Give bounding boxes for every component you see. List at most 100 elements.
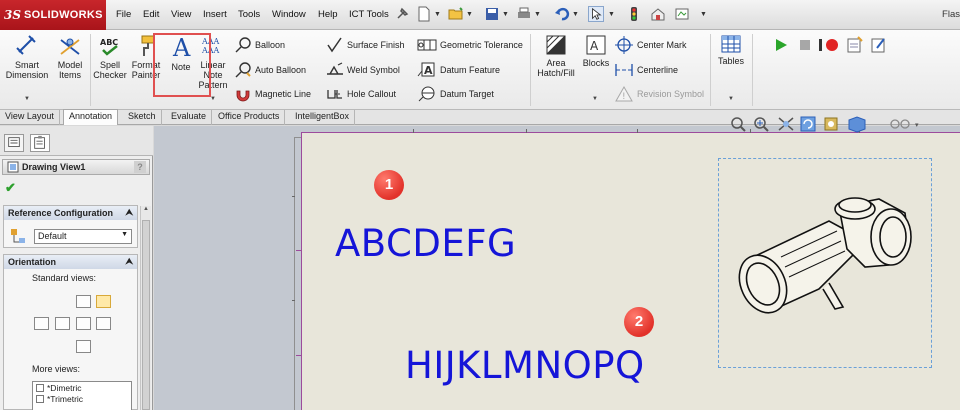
view-left-button[interactable] xyxy=(34,317,49,330)
note-text-abcdefg[interactable]: ABCDEFG xyxy=(335,222,516,265)
more-views-list[interactable]: *Dimetric *Trimetric xyxy=(32,381,132,410)
print-dropdown-icon[interactable]: ▼ xyxy=(534,11,541,18)
reference-configuration-select[interactable]: Default ▼ xyxy=(34,229,132,244)
view-back-button[interactable] xyxy=(76,340,91,353)
tab-evaluate[interactable]: Evaluate xyxy=(166,110,213,125)
smart-dimension-dropdown-icon[interactable]: ▼ xyxy=(24,96,30,102)
list-item[interactable]: *Dimetric xyxy=(33,382,131,393)
collapse-icon[interactable]: ⮝ xyxy=(125,256,133,267)
view-top-button[interactable] xyxy=(55,317,70,330)
open-folder-icon[interactable] xyxy=(448,6,464,22)
save-dropdown-icon[interactable]: ▼ xyxy=(502,11,509,18)
open-dropdown-icon[interactable]: ▼ xyxy=(466,11,473,18)
menu-tools[interactable]: Tools xyxy=(238,9,260,20)
new-dropdown-icon[interactable]: ▼ xyxy=(434,11,441,18)
file-properties-icon[interactable] xyxy=(650,6,666,22)
list-item[interactable]: *Trimetric xyxy=(33,393,131,404)
menu-insert[interactable]: Insert xyxy=(203,9,227,20)
note-text-hijklmnopq[interactable]: HIJKLMNOPQ xyxy=(405,344,645,387)
menu-edit[interactable]: Edit xyxy=(143,9,159,20)
previous-view-icon[interactable] xyxy=(778,117,794,131)
view-right-button[interactable] xyxy=(76,317,91,330)
tab-sketch[interactable]: Sketch xyxy=(123,110,162,125)
panel-scrollbar[interactable]: ▲ xyxy=(140,206,151,410)
hide-show-items-icon[interactable] xyxy=(890,119,910,129)
datum-target-button[interactable]: Datum Target xyxy=(417,85,494,103)
menu-view[interactable]: View xyxy=(171,9,191,20)
view-front-button[interactable] xyxy=(76,295,91,308)
spell-checker-button[interactable]: ABC Spell Checker xyxy=(92,34,128,80)
model-items-button[interactable]: Model Items xyxy=(54,34,86,80)
blocks-button[interactable]: A Blocks xyxy=(580,34,612,68)
menu-bar: 3S SOLIDWORKS File Edit View Insert Tool… xyxy=(0,0,960,30)
tab-intelligentbox[interactable]: IntelligentBox xyxy=(290,110,356,125)
select-cursor-icon[interactable] xyxy=(588,6,604,22)
view-orientation-icon[interactable] xyxy=(848,116,866,133)
magnetic-line-button[interactable]: Magnetic Line xyxy=(234,85,311,103)
undo-dropdown-icon[interactable]: ▼ xyxy=(572,11,579,18)
record-macro-icon[interactable] xyxy=(818,37,840,53)
area-hatch-fill-button[interactable]: Area Hatch/Fill xyxy=(534,34,578,78)
property-manager-tab-icon[interactable] xyxy=(30,134,50,152)
smart-dimension-button[interactable]: Smart Dimension xyxy=(4,34,50,80)
revision-symbol-button[interactable]: ! Revision Symbol xyxy=(614,85,704,103)
menu-file[interactable]: File xyxy=(116,9,131,20)
flashlight-model-drawing xyxy=(738,197,912,314)
tab-annotation[interactable]: Annotation xyxy=(63,109,119,125)
options-dropdown-icon[interactable]: ▼ xyxy=(700,11,707,18)
rebuild-traffic-light-icon[interactable] xyxy=(626,6,642,22)
menu-window[interactable]: Window xyxy=(272,9,306,20)
stop-macro-icon[interactable] xyxy=(798,38,812,52)
view-isometric-button[interactable] xyxy=(96,295,111,308)
solidworks-logo[interactable]: 3S SOLIDWORKS xyxy=(0,0,106,30)
help-button[interactable]: ? xyxy=(134,161,146,173)
checkbox[interactable] xyxy=(36,394,44,403)
magnetic-line-label: Magnetic Line xyxy=(255,89,312,99)
menu-help[interactable]: Help xyxy=(318,9,338,20)
tab-view-layout[interactable]: View Layout xyxy=(0,110,60,125)
toolbar-dropdown-icon[interactable]: ▾ xyxy=(915,122,919,129)
centerline-button[interactable]: Centerline xyxy=(614,61,678,79)
auto-balloon-button[interactable]: Auto Balloon xyxy=(234,61,306,79)
feature-tree-tab-icon[interactable] xyxy=(4,134,24,152)
drawing-view-boundary[interactable] xyxy=(718,158,932,368)
pin-icon[interactable] xyxy=(394,6,410,22)
rotate-view-icon[interactable] xyxy=(800,116,816,132)
select-dropdown-icon[interactable]: ▼ xyxy=(608,11,615,18)
area-hatch-label-2: Hatch/Fill xyxy=(537,68,575,78)
center-mark-button[interactable]: Center Mark xyxy=(614,36,687,54)
new-macro-icon[interactable] xyxy=(846,36,864,54)
orientation-header[interactable]: Orientation ⮝ xyxy=(4,255,137,269)
blocks-dropdown-icon[interactable]: ▼ xyxy=(592,96,598,102)
tables-button[interactable]: Tables xyxy=(714,34,748,66)
datum-feature-button[interactable]: A Datum Feature xyxy=(417,61,500,79)
options-icon[interactable] xyxy=(674,6,690,22)
zoom-to-fit-icon[interactable] xyxy=(731,117,746,132)
view-bottom-button[interactable] xyxy=(96,317,111,330)
tab-office-products[interactable]: Office Products xyxy=(213,110,286,125)
reference-configuration-header[interactable]: Reference Configuration ⮝ xyxy=(4,206,137,220)
new-document-icon[interactable] xyxy=(416,6,432,22)
logo-text: SOLIDWORKS xyxy=(24,9,103,21)
ok-checkmark-icon[interactable]: ✔ xyxy=(5,180,16,196)
undo-icon[interactable] xyxy=(554,6,570,22)
scroll-thumb[interactable] xyxy=(142,220,150,410)
hole-callout-button[interactable]: Hole Callout xyxy=(326,85,396,103)
print-icon[interactable] xyxy=(516,6,532,22)
surface-finish-button[interactable]: Surface Finish xyxy=(326,36,405,54)
collapse-icon[interactable]: ⮝ xyxy=(125,207,133,218)
balloon-button[interactable]: Balloon xyxy=(234,36,285,54)
display-style-icon[interactable] xyxy=(824,117,838,131)
zoom-area-icon[interactable] xyxy=(754,117,769,132)
geometric-tolerance-button[interactable]: Geometric Tolerance xyxy=(417,36,523,54)
save-icon[interactable] xyxy=(484,6,500,22)
scroll-up-icon[interactable]: ▲ xyxy=(141,206,151,217)
edit-macro-icon[interactable] xyxy=(870,36,888,54)
standard-views-label: Standard views: xyxy=(32,273,97,283)
checkbox[interactable] xyxy=(36,383,44,392)
weld-symbol-button[interactable]: Weld Symbol xyxy=(326,61,400,79)
play-macro-icon[interactable] xyxy=(774,38,788,52)
property-manager-header: Drawing View1 ? xyxy=(2,159,150,175)
menu-ict-tools[interactable]: ICT Tools xyxy=(349,9,389,20)
tables-dropdown-icon[interactable]: ▼ xyxy=(728,96,734,102)
